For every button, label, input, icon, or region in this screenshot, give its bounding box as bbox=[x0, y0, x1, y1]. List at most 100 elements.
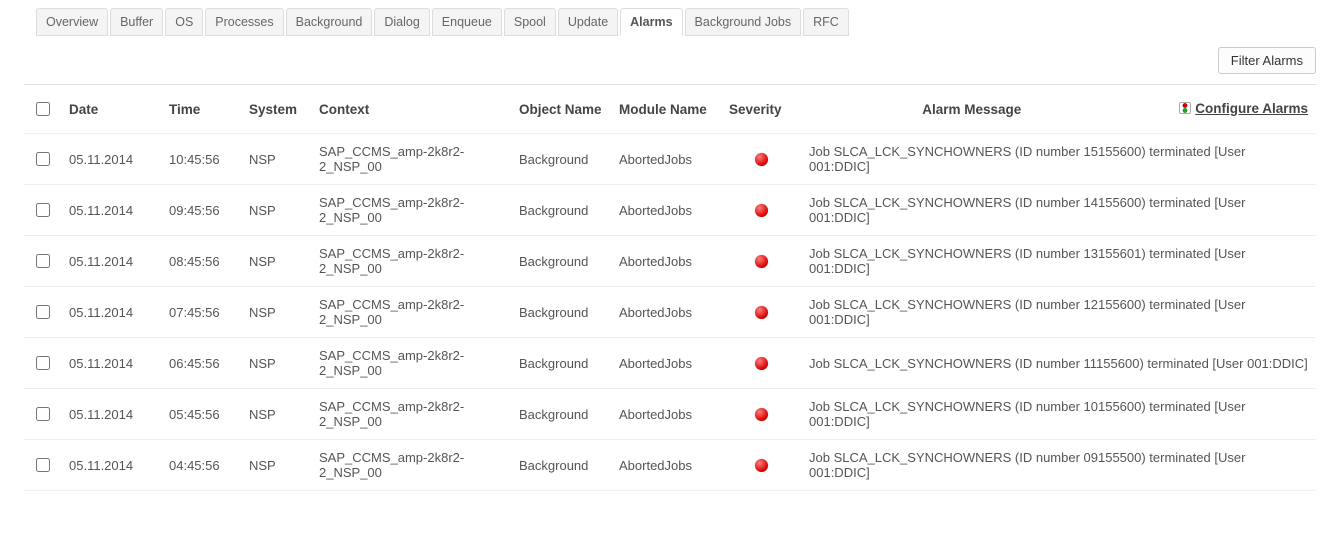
row-select-cell bbox=[24, 338, 61, 389]
cell-time: 05:45:56 bbox=[161, 389, 241, 440]
header-configure: Configure Alarms bbox=[1051, 85, 1316, 134]
tab-overview[interactable]: Overview bbox=[36, 8, 108, 36]
cell-context: SAP_CCMS_amp-2k8r2-2_NSP_00 bbox=[311, 134, 511, 185]
header-module-name[interactable]: Module Name bbox=[611, 85, 721, 134]
cell-module-name: AbortedJobs bbox=[611, 134, 721, 185]
cell-context: SAP_CCMS_amp-2k8r2-2_NSP_00 bbox=[311, 287, 511, 338]
cell-alarm-message: Job SLCA_LCK_SYNCHOWNERS (ID number 0915… bbox=[801, 440, 1316, 491]
cell-severity bbox=[721, 440, 801, 491]
severity-red-icon bbox=[755, 153, 768, 166]
header-context[interactable]: Context bbox=[311, 85, 511, 134]
row-select-checkbox[interactable] bbox=[36, 305, 50, 319]
row-select-cell bbox=[24, 389, 61, 440]
row-select-checkbox[interactable] bbox=[36, 203, 50, 217]
cell-system: NSP bbox=[241, 236, 311, 287]
tab-dialog[interactable]: Dialog bbox=[374, 8, 429, 36]
table-header-row: Date Time System Context Object Name Mod… bbox=[24, 85, 1316, 134]
cell-object-name: Background bbox=[511, 389, 611, 440]
cell-alarm-message: Job SLCA_LCK_SYNCHOWNERS (ID number 1115… bbox=[801, 338, 1316, 389]
row-select-cell bbox=[24, 236, 61, 287]
cell-date: 05.11.2014 bbox=[61, 287, 161, 338]
cell-alarm-message: Job SLCA_LCK_SYNCHOWNERS (ID number 1415… bbox=[801, 185, 1316, 236]
cell-module-name: AbortedJobs bbox=[611, 185, 721, 236]
cell-severity bbox=[721, 389, 801, 440]
table-row: 05.11.201407:45:56NSPSAP_CCMS_amp-2k8r2-… bbox=[24, 287, 1316, 338]
header-time[interactable]: Time bbox=[161, 85, 241, 134]
cell-system: NSP bbox=[241, 134, 311, 185]
tab-rfc[interactable]: RFC bbox=[803, 8, 849, 36]
header-system[interactable]: System bbox=[241, 85, 311, 134]
cell-alarm-message: Job SLCA_LCK_SYNCHOWNERS (ID number 1515… bbox=[801, 134, 1316, 185]
table-row: 05.11.201408:45:56NSPSAP_CCMS_amp-2k8r2-… bbox=[24, 236, 1316, 287]
cell-system: NSP bbox=[241, 389, 311, 440]
tab-buffer[interactable]: Buffer bbox=[110, 8, 163, 36]
cell-severity bbox=[721, 185, 801, 236]
tab-os[interactable]: OS bbox=[165, 8, 203, 36]
cell-module-name: AbortedJobs bbox=[611, 389, 721, 440]
configure-alarms-icon bbox=[1179, 102, 1191, 114]
header-select-all bbox=[24, 85, 61, 134]
cell-module-name: AbortedJobs bbox=[611, 236, 721, 287]
header-object-name[interactable]: Object Name bbox=[511, 85, 611, 134]
severity-red-icon bbox=[755, 255, 768, 268]
cell-system: NSP bbox=[241, 440, 311, 491]
configure-alarms-link[interactable]: Configure Alarms bbox=[1179, 101, 1308, 116]
cell-severity bbox=[721, 134, 801, 185]
tab-alarms[interactable]: Alarms bbox=[620, 8, 682, 36]
cell-context: SAP_CCMS_amp-2k8r2-2_NSP_00 bbox=[311, 185, 511, 236]
row-select-cell bbox=[24, 185, 61, 236]
cell-module-name: AbortedJobs bbox=[611, 287, 721, 338]
tab-enqueue[interactable]: Enqueue bbox=[432, 8, 502, 36]
cell-alarm-message: Job SLCA_LCK_SYNCHOWNERS (ID number 1015… bbox=[801, 389, 1316, 440]
header-alarm-message[interactable]: Alarm Message bbox=[801, 85, 1051, 134]
row-select-checkbox[interactable] bbox=[36, 254, 50, 268]
table-row: 05.11.201405:45:56NSPSAP_CCMS_amp-2k8r2-… bbox=[24, 389, 1316, 440]
cell-time: 08:45:56 bbox=[161, 236, 241, 287]
header-severity[interactable]: Severity bbox=[721, 85, 801, 134]
header-date[interactable]: Date bbox=[61, 85, 161, 134]
select-all-checkbox[interactable] bbox=[36, 102, 50, 116]
filter-alarms-button[interactable]: Filter Alarms bbox=[1218, 47, 1316, 74]
cell-date: 05.11.2014 bbox=[61, 185, 161, 236]
cell-module-name: AbortedJobs bbox=[611, 440, 721, 491]
table-row: 05.11.201406:45:56NSPSAP_CCMS_amp-2k8r2-… bbox=[24, 338, 1316, 389]
cell-object-name: Background bbox=[511, 134, 611, 185]
row-select-cell bbox=[24, 440, 61, 491]
cell-date: 05.11.2014 bbox=[61, 236, 161, 287]
severity-red-icon bbox=[755, 204, 768, 217]
cell-date: 05.11.2014 bbox=[61, 338, 161, 389]
table-row: 05.11.201404:45:56NSPSAP_CCMS_amp-2k8r2-… bbox=[24, 440, 1316, 491]
cell-date: 05.11.2014 bbox=[61, 134, 161, 185]
table-row: 05.11.201409:45:56NSPSAP_CCMS_amp-2k8r2-… bbox=[24, 185, 1316, 236]
cell-time: 06:45:56 bbox=[161, 338, 241, 389]
row-select-cell bbox=[24, 287, 61, 338]
row-select-checkbox[interactable] bbox=[36, 152, 50, 166]
tab-spool[interactable]: Spool bbox=[504, 8, 556, 36]
cell-context: SAP_CCMS_amp-2k8r2-2_NSP_00 bbox=[311, 389, 511, 440]
row-select-checkbox[interactable] bbox=[36, 458, 50, 472]
tab-background[interactable]: Background bbox=[286, 8, 373, 36]
cell-alarm-message: Job SLCA_LCK_SYNCHOWNERS (ID number 1315… bbox=[801, 236, 1316, 287]
cell-severity bbox=[721, 236, 801, 287]
cell-object-name: Background bbox=[511, 338, 611, 389]
tab-update[interactable]: Update bbox=[558, 8, 618, 36]
cell-module-name: AbortedJobs bbox=[611, 338, 721, 389]
cell-context: SAP_CCMS_amp-2k8r2-2_NSP_00 bbox=[311, 440, 511, 491]
cell-object-name: Background bbox=[511, 236, 611, 287]
cell-object-name: Background bbox=[511, 440, 611, 491]
row-select-checkbox[interactable] bbox=[36, 356, 50, 370]
cell-system: NSP bbox=[241, 338, 311, 389]
toolbar: Filter Alarms bbox=[24, 47, 1316, 74]
tab-background-jobs[interactable]: Background Jobs bbox=[685, 8, 802, 36]
severity-red-icon bbox=[755, 459, 768, 472]
alarms-table: Date Time System Context Object Name Mod… bbox=[24, 84, 1316, 491]
cell-context: SAP_CCMS_amp-2k8r2-2_NSP_00 bbox=[311, 338, 511, 389]
cell-date: 05.11.2014 bbox=[61, 440, 161, 491]
cell-time: 10:45:56 bbox=[161, 134, 241, 185]
severity-red-icon bbox=[755, 306, 768, 319]
tab-processes[interactable]: Processes bbox=[205, 8, 283, 36]
table-row: 05.11.201410:45:56NSPSAP_CCMS_amp-2k8r2-… bbox=[24, 134, 1316, 185]
row-select-checkbox[interactable] bbox=[36, 407, 50, 421]
cell-time: 07:45:56 bbox=[161, 287, 241, 338]
cell-alarm-message: Job SLCA_LCK_SYNCHOWNERS (ID number 1215… bbox=[801, 287, 1316, 338]
